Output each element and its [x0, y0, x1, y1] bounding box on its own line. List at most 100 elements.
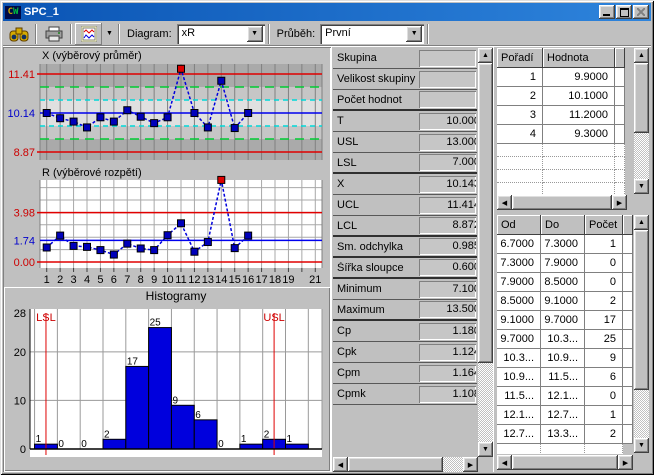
stats-vertical-scrollbar[interactable]: ▲ ▼	[478, 48, 493, 457]
table-cell[interactable]: 11.5...	[497, 387, 541, 406]
table-cell[interactable]: 1	[585, 235, 623, 254]
table-cell[interactable]: 17	[585, 311, 623, 330]
table-cell[interactable]: 7.3000	[541, 235, 585, 254]
table-cell[interactable]	[543, 170, 615, 183]
stats-horizontal-scrollbar[interactable]: ◀ ▶	[333, 457, 478, 472]
scroll-down-icon[interactable]: ▼	[478, 442, 493, 457]
table-cell[interactable]: 9.7000	[541, 311, 585, 330]
table-cell[interactable]: 8.5000	[497, 292, 541, 311]
combo-arrow-icon[interactable]: ▼	[247, 26, 263, 42]
table-cell[interactable]: 7.9000	[497, 273, 541, 292]
table-cell[interactable]: 12.7...	[541, 406, 585, 425]
table-row: 7.30007.90000	[497, 254, 633, 273]
table-cell[interactable]: 8.5000	[541, 273, 585, 292]
chart-type-dropdown[interactable]: ▼	[102, 23, 115, 45]
print-button[interactable]	[40, 23, 67, 45]
scroll-left-icon[interactable]: ◀	[497, 195, 512, 210]
table-cell[interactable]: 0	[585, 273, 623, 292]
scroll-right-icon[interactable]: ▶	[618, 455, 633, 470]
diagram-combobox[interactable]: xR ▼	[177, 24, 265, 44]
table-cell[interactable]: 10.1000	[543, 87, 615, 106]
scrollbar-thumb[interactable]	[634, 230, 649, 390]
bin-table-vertical-scrollbar[interactable]: ▲ ▼	[634, 215, 649, 453]
table-cell[interactable]	[497, 157, 543, 170]
column-header[interactable]: Pořadí	[497, 48, 543, 68]
table-cell[interactable]: 11.5...	[541, 368, 585, 387]
scrollbar-thumb[interactable]	[634, 63, 649, 133]
value-table-horizontal-scrollbar[interactable]: ◀ ▶	[497, 195, 627, 210]
scroll-right-icon[interactable]: ▶	[612, 195, 627, 210]
scrollbar-thumb[interactable]	[348, 457, 443, 472]
scroll-left-icon[interactable]: ◀	[497, 455, 512, 470]
app-icon[interactable]: CW	[5, 6, 21, 19]
scrollbar-thumb[interactable]	[478, 63, 493, 363]
scrollbar-track[interactable]	[634, 390, 649, 438]
table-cell[interactable]: 9.7000	[497, 330, 541, 349]
table-cell[interactable]: 0	[585, 254, 623, 273]
svg-text:2: 2	[57, 274, 63, 286]
table-cell[interactable]	[497, 170, 543, 183]
column-header[interactable]: Počet	[585, 215, 623, 235]
combo-arrow-icon[interactable]: ▼	[406, 26, 422, 42]
minimize-button[interactable]	[599, 5, 615, 19]
table-cell[interactable]: 2	[497, 87, 543, 106]
scroll-up-icon[interactable]: ▲	[478, 48, 493, 63]
table-cell[interactable]: 9	[585, 349, 623, 368]
find-button[interactable]	[5, 23, 32, 45]
table-cell[interactable]: 9.3000	[543, 125, 615, 144]
prubeh-combobox[interactable]: První ▼	[320, 24, 424, 44]
table-cell[interactable]: 6.7000	[497, 235, 541, 254]
scrollbar-track[interactable]	[634, 133, 649, 179]
table-cell[interactable]: 9.1000	[497, 311, 541, 330]
svg-text:4: 4	[84, 274, 90, 286]
table-cell[interactable]: 4	[497, 125, 543, 144]
value-table-vertical-scrollbar[interactable]: ▲ ▼	[634, 48, 649, 194]
table-cell[interactable]: 2	[585, 292, 623, 311]
table-cell[interactable]: 7.3000	[497, 254, 541, 273]
table-cell[interactable]: 12.7...	[497, 425, 541, 444]
table-cell[interactable]: 9.9000	[543, 68, 615, 87]
scroll-left-icon[interactable]: ◀	[333, 457, 348, 472]
histogram-panel: HistogramyLSLUSL100217259601210102028	[4, 287, 330, 471]
table-cell[interactable]: 11.2000	[543, 106, 615, 125]
scroll-down-icon[interactable]: ▼	[634, 179, 649, 194]
table-cell[interactable]: 10.3...	[497, 349, 541, 368]
svg-text:20: 20	[14, 347, 26, 359]
scroll-down-icon[interactable]: ▼	[634, 438, 649, 453]
column-header[interactable]: Od	[497, 215, 541, 235]
table-cell[interactable]: 25	[585, 330, 623, 349]
table-cell[interactable]: 7.9000	[541, 254, 585, 273]
chart-type-button[interactable]	[75, 23, 102, 45]
table-cell[interactable]: 6	[585, 368, 623, 387]
table-cell[interactable]: 12.1...	[497, 406, 541, 425]
close-button[interactable]	[633, 5, 649, 19]
maximize-button[interactable]	[616, 5, 632, 19]
table-cell[interactable]	[543, 144, 615, 157]
table-cell[interactable]	[497, 144, 543, 157]
table-cell[interactable]: 2	[585, 425, 623, 444]
bin-table-horizontal-scrollbar[interactable]: ◀ ▶	[497, 455, 633, 470]
table-cell[interactable]: 13.3...	[541, 425, 585, 444]
filler-cell	[623, 387, 633, 406]
scrollbar-thumb[interactable]	[512, 195, 612, 210]
table-cell[interactable]: 1	[585, 406, 623, 425]
table-cell[interactable]: 1	[497, 68, 543, 87]
title-bar[interactable]: CW SPC_1	[3, 3, 651, 21]
table-cell[interactable]	[543, 157, 615, 170]
table-cell[interactable]: 0	[585, 387, 623, 406]
scroll-right-icon[interactable]: ▶	[463, 457, 478, 472]
column-header[interactable]: Hodnota	[543, 48, 615, 68]
table-cell[interactable]: 10.9...	[541, 349, 585, 368]
stats-label: Cp	[337, 325, 419, 337]
table-cell[interactable]: 3	[497, 106, 543, 125]
scroll-up-icon[interactable]: ▲	[634, 48, 649, 63]
scrollbar-track[interactable]	[443, 457, 463, 472]
scrollbar-thumb[interactable]	[512, 455, 618, 470]
scroll-up-icon[interactable]: ▲	[634, 215, 649, 230]
table-cell[interactable]: 12.1...	[541, 387, 585, 406]
table-cell[interactable]: 10.9...	[497, 368, 541, 387]
column-header[interactable]: Do	[541, 215, 585, 235]
scrollbar-track[interactable]	[478, 363, 493, 442]
table-cell[interactable]: 10.3...	[541, 330, 585, 349]
table-cell[interactable]: 9.1000	[541, 292, 585, 311]
